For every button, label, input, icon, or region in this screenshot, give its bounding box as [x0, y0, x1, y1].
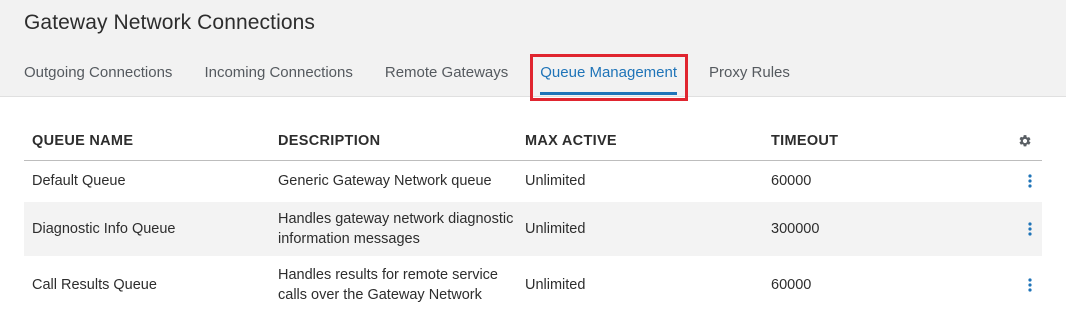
description-cell: Handles results for remote service calls…: [278, 266, 498, 303]
tab-remote-gateways[interactable]: Remote Gateways: [385, 58, 508, 97]
queue-name-cell: Diagnostic Info Queue: [32, 221, 176, 237]
tab-label: Outgoing Connections: [24, 64, 173, 81]
timeout-cell: 300000: [771, 221, 820, 237]
timeout-cell: 60000: [771, 173, 812, 189]
tab-label: Proxy Rules: [709, 64, 790, 81]
tab-label: Incoming Connections: [204, 64, 353, 81]
tab-queue-management[interactable]: Queue Management: [540, 58, 678, 97]
tab-label: Remote Gateways: [384, 64, 509, 81]
max-active-cell: Unlimited: [525, 276, 586, 293]
table-row[interactable]: Default Queue Generic Gateway Network qu…: [24, 161, 1042, 202]
queue-table: QUEUE NAME DESCRIPTION MAX ACTIVE TIMEOU…: [24, 122, 1042, 313]
gear-icon[interactable]: [1018, 134, 1032, 148]
max-active-cell: Unlimited: [525, 221, 586, 237]
column-header-max-active[interactable]: MAX ACTIVE: [517, 133, 763, 149]
column-header-queue-name[interactable]: QUEUE NAME: [24, 133, 270, 149]
tab-incoming-connections[interactable]: Incoming Connections: [204, 58, 352, 97]
description-cell: Generic Gateway Network queue: [278, 173, 492, 189]
queue-name-cell: Call Results Queue: [32, 276, 157, 293]
queue-name-cell: Default Queue: [32, 173, 126, 189]
tab-bar: Outgoing Connections Incoming Connection…: [24, 58, 822, 97]
active-tab-indicator: [540, 92, 678, 95]
row-actions-cell: [983, 174, 1042, 188]
table-header-row: QUEUE NAME DESCRIPTION MAX ACTIVE TIMEOU…: [24, 122, 1042, 161]
kebab-menu-icon[interactable]: [1028, 222, 1032, 236]
row-actions-cell: [983, 222, 1042, 236]
tab-label: Queue Management: [540, 64, 678, 81]
kebab-menu-icon[interactable]: [1028, 277, 1032, 292]
row-actions-cell: [983, 277, 1042, 292]
max-active-cell: Unlimited: [525, 173, 586, 189]
column-header-timeout[interactable]: TIMEOUT: [763, 133, 983, 149]
tab-outgoing-connections[interactable]: Outgoing Connections: [24, 58, 172, 97]
kebab-menu-icon[interactable]: [1028, 174, 1032, 188]
timeout-cell: 60000: [771, 276, 812, 293]
tab-proxy-rules[interactable]: Proxy Rules: [709, 58, 790, 97]
page-header: Gateway Network Connections Outgoing Con…: [0, 0, 1066, 101]
column-settings-cell: [983, 134, 1042, 148]
column-header-description[interactable]: DESCRIPTION: [270, 131, 517, 151]
table-row[interactable]: Diagnostic Info Queue Handles gateway ne…: [24, 202, 1042, 257]
page-title: Gateway Network Connections: [24, 11, 315, 34]
table-row[interactable]: Call Results Queue Handles results for r…: [24, 257, 1042, 313]
description-cell: Handles gateway network diagnostic infor…: [278, 211, 514, 247]
